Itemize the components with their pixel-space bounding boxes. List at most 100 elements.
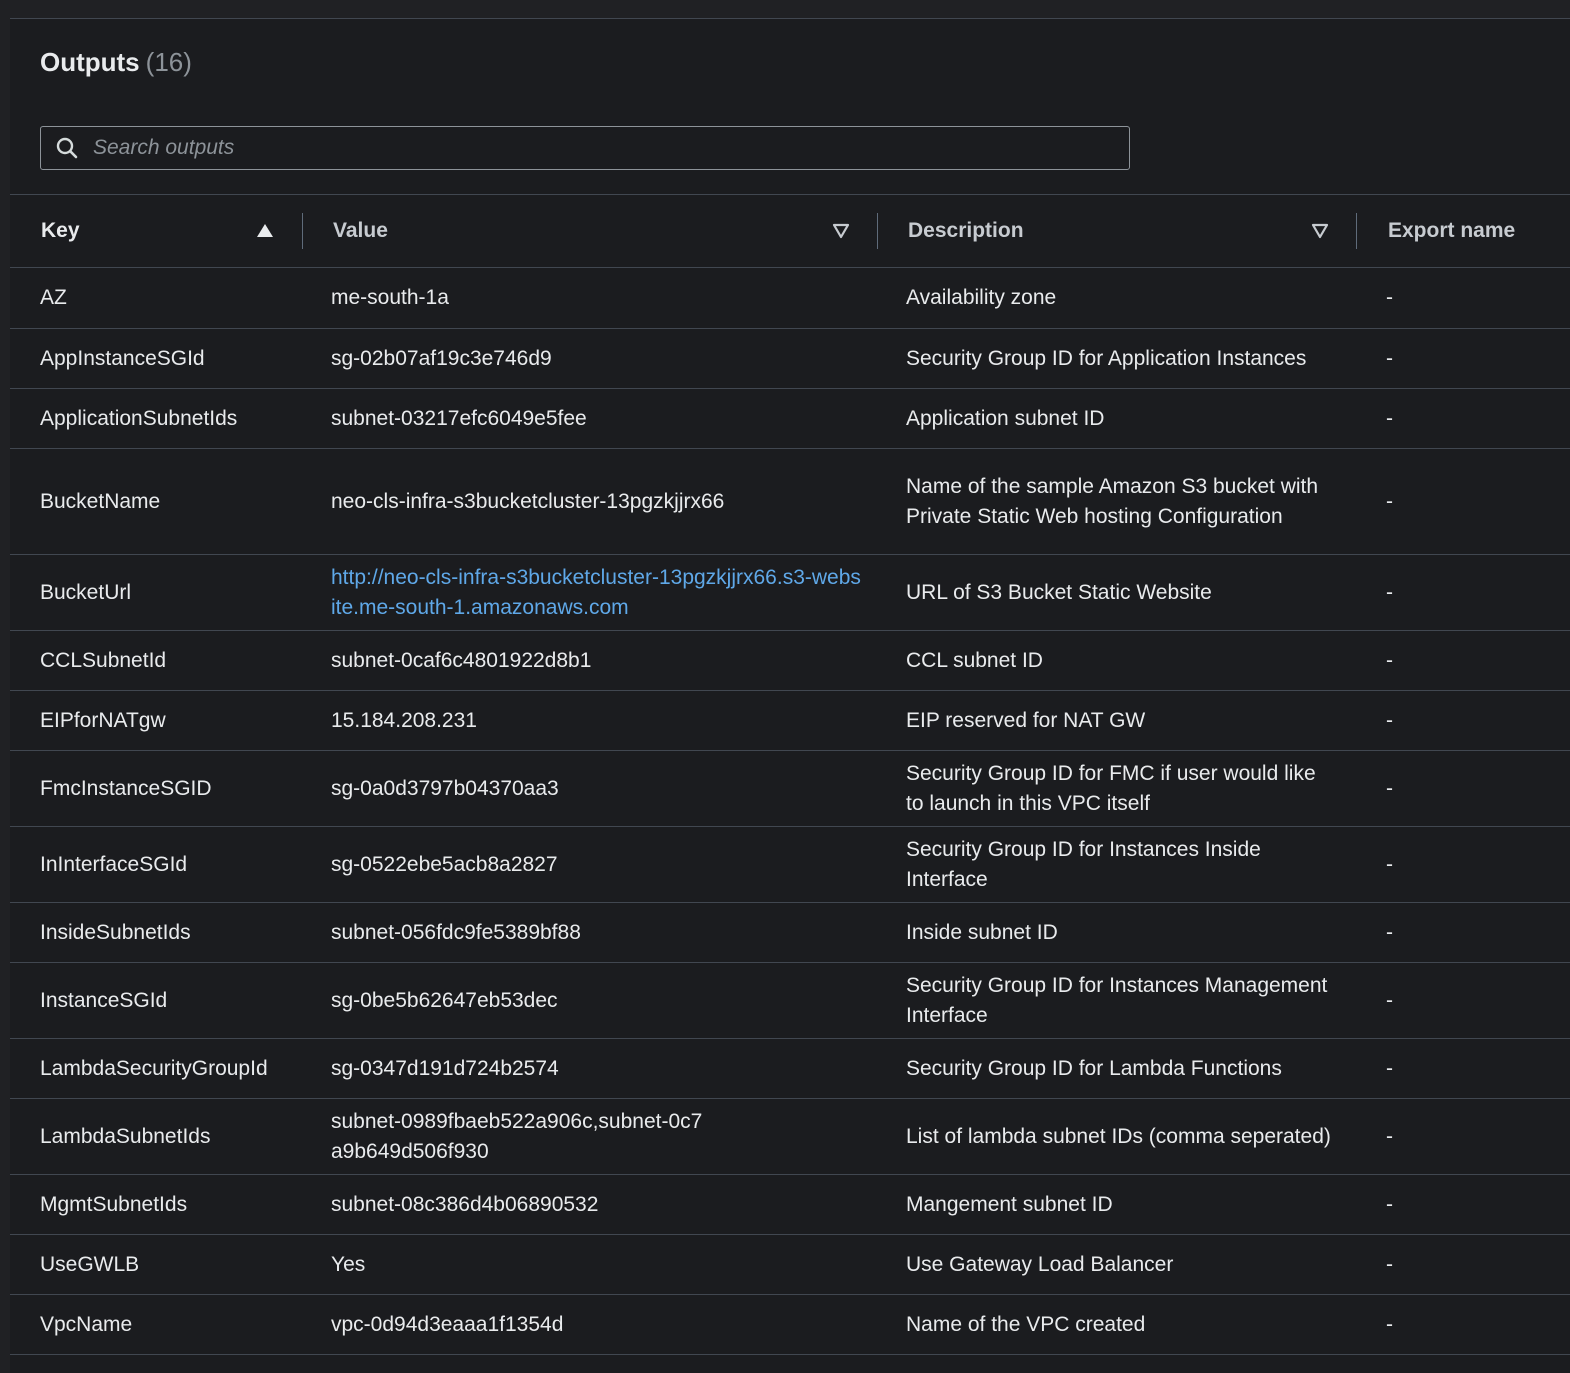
row-value: Yes xyxy=(331,1252,366,1276)
column-header-label: Key xyxy=(41,219,80,242)
row-description: Mangement subnet ID xyxy=(906,1192,1113,1216)
row-description: Inside subnet ID xyxy=(906,920,1058,944)
table-header: Key Value Description Export name xyxy=(10,195,1570,268)
table-row: LambdaSecurityGroupId sg-0347d191d724b25… xyxy=(10,1039,1570,1099)
table-row: FmcInstanceSGID sg-0a0d3797b04370aa3 Sec… xyxy=(10,751,1570,827)
row-value: neo-cls-infra-s3bucketcluster-13pgzkjjrx… xyxy=(331,489,725,513)
sort-ascending-icon[interactable] xyxy=(255,221,275,241)
row-key: InsideSubnetIds xyxy=(40,920,191,944)
table-row: LambdaSubnetIds subnet-0989fbaeb522a906c… xyxy=(10,1099,1570,1175)
row-key: BucketUrl xyxy=(40,580,132,604)
row-export-name: - xyxy=(1386,1252,1393,1276)
table-row: BucketUrl http://neo-cls-infra-s3bucketc… xyxy=(10,555,1570,631)
row-value: subnet-0caf6c4801922d8b1 xyxy=(331,648,592,672)
row-description: Security Group ID for Instances Inside I… xyxy=(906,837,1261,891)
row-description: Availability zone xyxy=(906,286,1057,309)
row-export-name: - xyxy=(1386,920,1393,944)
row-value: sg-0a0d3797b04370aa3 xyxy=(331,776,559,800)
column-header-key[interactable]: Key xyxy=(41,195,80,267)
column-header-description[interactable]: Description xyxy=(908,195,1024,267)
outputs-header: Outputs (16) xyxy=(40,47,192,78)
row-export-name: - xyxy=(1386,489,1393,513)
row-description: EIP reserved for NAT GW xyxy=(906,708,1146,732)
row-value: 15.184.208.231 xyxy=(331,708,477,732)
row-description: Name of the sample Amazon S3 bucket with… xyxy=(906,474,1319,528)
table-row: InstanceSGId sg-0be5b62647eb53dec Securi… xyxy=(10,963,1570,1039)
row-value: sg-02b07af19c3e746d9 xyxy=(331,346,552,370)
row-key: CCLSubnetId xyxy=(40,648,167,672)
row-description: CCL subnet ID xyxy=(906,648,1043,672)
page-title: Outputs xyxy=(40,47,140,77)
search-input[interactable] xyxy=(93,136,1129,160)
row-value: subnet-03217efc6049e5fee xyxy=(331,406,587,430)
row-key: AZ xyxy=(40,286,67,309)
row-export-name: - xyxy=(1386,852,1393,876)
row-export-name: - xyxy=(1386,648,1393,672)
table-row: EIPforNATgw 15.184.208.231 EIP reserved … xyxy=(10,691,1570,751)
table-row: BucketName neo-cls-infra-s3bucketcluster… xyxy=(10,449,1570,555)
row-export-name: - xyxy=(1386,406,1393,430)
column-header-label: Description xyxy=(908,219,1024,242)
row-key: ApplicationSubnetIds xyxy=(40,406,238,430)
row-value: sg-0347d191d724b2574 xyxy=(331,1056,559,1080)
row-export-name: - xyxy=(1386,1312,1393,1336)
search-box[interactable] xyxy=(40,126,1130,170)
row-value: vpc-0d94d3eaaa1f1354d xyxy=(331,1312,564,1336)
row-description: Name of the VPC created xyxy=(906,1312,1146,1336)
sort-descending-outline-icon[interactable] xyxy=(1310,221,1330,241)
table-row: AZ me-south-1a Availability zone - xyxy=(10,268,1570,329)
row-key: VpcName xyxy=(40,1312,133,1336)
row-description: Application subnet ID xyxy=(906,406,1105,430)
row-export-name: - xyxy=(1386,1124,1393,1148)
column-divider[interactable] xyxy=(877,213,878,249)
row-description: Use Gateway Load Balancer xyxy=(906,1252,1174,1276)
row-description: Security Group ID for Instances Manageme… xyxy=(906,973,1328,1027)
table-row: UseGWLB Yes Use Gateway Load Balancer - xyxy=(10,1235,1570,1295)
column-header-label: Export name xyxy=(1388,219,1516,242)
table-row: MgmtSubnetIds subnet-08c386d4b06890532 M… xyxy=(10,1175,1570,1235)
table-row: AppInstanceSGId sg-02b07af19c3e746d9 Sec… xyxy=(10,329,1570,389)
row-export-name: - xyxy=(1386,1192,1393,1216)
row-export-name: - xyxy=(1386,776,1393,800)
bucket-url-link[interactable]: http://neo-cls-infra-s3bucketcluster-13p… xyxy=(331,563,861,623)
row-value: sg-0522ebe5acb8a2827 xyxy=(331,852,558,876)
row-key: BucketName xyxy=(40,489,161,513)
row-description: List of lambda subnet IDs (comma seperat… xyxy=(906,1124,1331,1148)
search-icon xyxy=(41,127,93,169)
row-key: LambdaSecurityGroupId xyxy=(40,1056,268,1080)
row-value: subnet-0989fbaeb522a906c,subnet-0c7a9b64… xyxy=(331,1109,703,1163)
row-key: AppInstanceSGId xyxy=(40,346,205,370)
row-value: subnet-08c386d4b06890532 xyxy=(331,1192,599,1216)
column-header-export-name[interactable]: Export name xyxy=(1388,195,1515,267)
row-export-name: - xyxy=(1386,346,1393,370)
column-header-value[interactable]: Value xyxy=(333,195,388,267)
row-key: InstanceSGId xyxy=(40,988,168,1012)
output-count: (16) xyxy=(145,47,192,77)
table-row: VpcName vpc-0d94d3eaaa1f1354d Name of th… xyxy=(10,1295,1570,1355)
table-row: InInterfaceSGId sg-0522ebe5acb8a2827 Sec… xyxy=(10,827,1570,903)
row-key: MgmtSubnetIds xyxy=(40,1192,188,1216)
row-description: Security Group ID for FMC if user would … xyxy=(906,761,1316,815)
row-description: URL of S3 Bucket Static Website xyxy=(906,580,1212,604)
row-value: sg-0be5b62647eb53dec xyxy=(331,988,558,1012)
row-export-name: - xyxy=(1386,580,1393,604)
row-export-name: - xyxy=(1386,708,1393,732)
outputs-panel: Outputs(16) Key Value Description xyxy=(10,18,1570,1373)
row-key: UseGWLB xyxy=(40,1252,140,1276)
column-divider[interactable] xyxy=(302,213,303,249)
row-key: InInterfaceSGId xyxy=(40,852,188,876)
row-key: LambdaSubnetIds xyxy=(40,1124,211,1148)
table-row: CCLSubnetId subnet-0caf6c4801922d8b1 CCL… xyxy=(10,631,1570,691)
row-value-link[interactable]: http://neo-cls-infra-s3bucketcluster-13p… xyxy=(331,555,861,630)
table-row: InsideSubnetIds subnet-056fdc9fe5389bf88… xyxy=(10,903,1570,963)
row-value: me-south-1a xyxy=(331,286,449,309)
row-description: Security Group ID for Application Instan… xyxy=(906,346,1307,370)
row-export-name: - xyxy=(1386,1056,1393,1080)
row-key: FmcInstanceSGID xyxy=(40,776,212,800)
sort-descending-outline-icon[interactable] xyxy=(831,221,851,241)
row-value: subnet-056fdc9fe5389bf88 xyxy=(331,920,581,944)
row-export-name: - xyxy=(1386,286,1393,309)
column-header-label: Value xyxy=(333,219,388,242)
row-export-name: - xyxy=(1386,988,1393,1012)
column-divider[interactable] xyxy=(1356,213,1357,249)
